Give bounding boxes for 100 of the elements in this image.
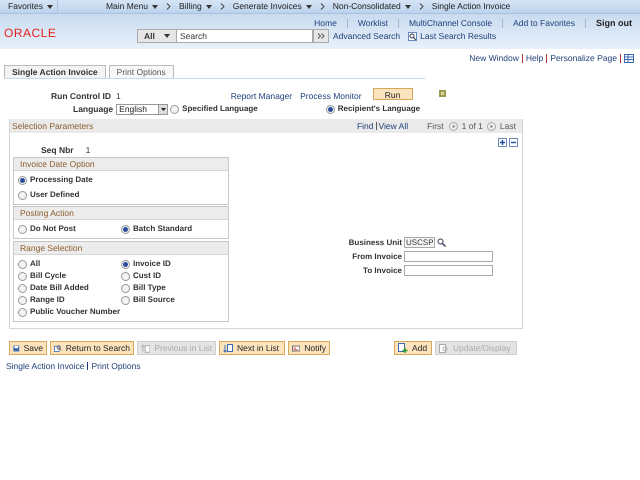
toolbar-button[interactable]: Notify <box>288 341 330 355</box>
radio-button[interactable] <box>18 190 27 200</box>
chevron-icon <box>220 3 225 10</box>
breadcrumb-item[interactable]: Favorites <box>0 0 58 13</box>
small-square-icon <box>438 90 446 96</box>
header-link[interactable]: Worklist <box>358 17 388 30</box>
seq-nbr-label: Seq Nbr <box>41 144 74 156</box>
radio-button[interactable] <box>18 176 27 184</box>
message-icon <box>292 344 300 352</box>
field-label: Business Unit <box>348 236 403 248</box>
radio-label: Specified Language <box>182 104 258 114</box>
next-icon[interactable] <box>486 122 496 130</box>
last-label: Last <box>500 120 516 132</box>
find-link[interactable]: Find <box>356 120 374 132</box>
caret-icon <box>160 108 166 110</box>
view-all-link[interactable]: View All <box>378 120 408 132</box>
group-title: Range Selection <box>20 242 82 254</box>
up-arrow-page-icon <box>141 344 150 352</box>
breadcrumb-item[interactable]: Main Menu <box>106 0 158 13</box>
page-link[interactable]: Personalize Page <box>550 52 617 65</box>
radio-label: Recipient's Language <box>338 104 420 114</box>
caret-icon <box>152 4 158 8</box>
radio-button[interactable] <box>18 224 27 234</box>
radio-button[interactable] <box>121 260 130 268</box>
group-title: Posting Action <box>20 206 74 220</box>
radio-button[interactable] <box>121 272 130 280</box>
breadcrumb-item[interactable]: Billing <box>179 0 212 13</box>
chevron-icon <box>320 3 325 10</box>
process-monitor-link[interactable]: Process Monitor <box>300 90 362 102</box>
oracle-logo: ORACLE <box>4 25 56 42</box>
header-link[interactable]: MultiChannel Console <box>408 17 492 30</box>
magnifier-icon <box>408 32 418 40</box>
previous-icon[interactable] <box>448 122 458 130</box>
invoice-field[interactable] <box>404 251 493 262</box>
caret-icon <box>164 34 170 38</box>
radio-label: Invoice ID <box>133 259 171 269</box>
radio-label: Bill Cycle <box>30 271 66 281</box>
magnifier-icon <box>54 344 62 352</box>
radio-label: User Defined <box>30 190 80 200</box>
language-dropdown[interactable]: English <box>116 104 168 114</box>
grid-icon <box>624 54 634 63</box>
run-control-label: Run Control ID <box>51 90 111 102</box>
caret-icon <box>46 4 53 8</box>
radio-label: Public Voucher Number <box>30 307 120 317</box>
header-link[interactable]: Sign out <box>596 17 632 30</box>
radio-label: Range ID <box>30 295 65 305</box>
tab[interactable]: Single Action Invoice <box>4 65 106 78</box>
search-go-button[interactable] <box>313 29 329 43</box>
radio-button[interactable] <box>18 296 27 304</box>
add-row-icon[interactable] <box>498 138 507 147</box>
radio-button[interactable] <box>121 284 130 292</box>
radio-button[interactable] <box>18 260 27 268</box>
chevron-icon <box>418 3 424 10</box>
advanced-search-link[interactable]: Advanced Search <box>333 30 400 42</box>
page-counter: 1 of 1 <box>462 120 483 132</box>
search-scope-dropdown[interactable]: All <box>137 29 177 43</box>
breadcrumb-item[interactable]: Non-Consolidated <box>332 0 411 13</box>
last-search-results-link[interactable]: Last Search Results <box>420 30 496 42</box>
page-link[interactable]: New Window <box>469 52 519 65</box>
radio-button[interactable] <box>18 308 27 316</box>
header-link[interactable]: Home <box>314 17 337 30</box>
radio-button[interactable] <box>18 284 27 292</box>
radio-button[interactable] <box>170 104 180 114</box>
toolbar-button[interactable]: Return to Search <box>50 341 134 355</box>
radio-label: Cust ID <box>133 271 161 281</box>
footer-link[interactable]: Single Action Invoice <box>6 360 84 373</box>
toolbar-button[interactable]: Add <box>394 341 432 355</box>
group-title: Invoice Date Option <box>20 158 95 170</box>
double-chevron-icon <box>317 33 325 39</box>
radio-label: Batch Standard <box>133 224 192 234</box>
run-button[interactable]: Run <box>372 88 413 100</box>
caret-icon <box>206 4 212 8</box>
toolbar-button[interactable]: Next in List <box>219 341 285 355</box>
breadcrumb-item[interactable]: Single Action Invoice <box>432 0 510 13</box>
breadcrumb-item[interactable]: Generate Invoices <box>232 0 312 13</box>
caret-icon <box>404 4 411 8</box>
search-field[interactable]: Search <box>177 29 313 43</box>
down-arrow-page-icon <box>223 344 233 352</box>
header-link[interactable]: Add to Favorites <box>513 17 575 30</box>
radio-label: Do Not Post <box>30 224 76 234</box>
search-icon[interactable] <box>437 238 446 247</box>
page-link[interactable]: Help <box>526 52 544 65</box>
report-manager-link[interactable]: Report Manager <box>230 90 292 102</box>
radio-label: Processing Date <box>30 175 93 185</box>
radio-label: Bill Type <box>133 283 166 293</box>
invoice-field[interactable] <box>404 265 493 276</box>
field-label: From Invoice <box>351 250 403 262</box>
toolbar-button[interactable]: Save <box>9 341 47 355</box>
radio-button[interactable] <box>18 272 27 280</box>
delete-row-icon[interactable] <box>509 138 518 147</box>
radio-button[interactable] <box>121 224 130 234</box>
field-label: To Invoice <box>362 264 403 276</box>
add-page-icon <box>398 343 408 353</box>
footer-link[interactable]: Print Options <box>91 360 141 373</box>
chevron-icon <box>166 3 172 10</box>
radio-label: Date Bill Added <box>30 283 89 293</box>
business-unit-field[interactable]: USCSP <box>404 237 435 248</box>
radio-button[interactable] <box>121 296 130 304</box>
radio-button[interactable] <box>326 104 335 114</box>
tab[interactable]: Print Options <box>108 65 174 78</box>
